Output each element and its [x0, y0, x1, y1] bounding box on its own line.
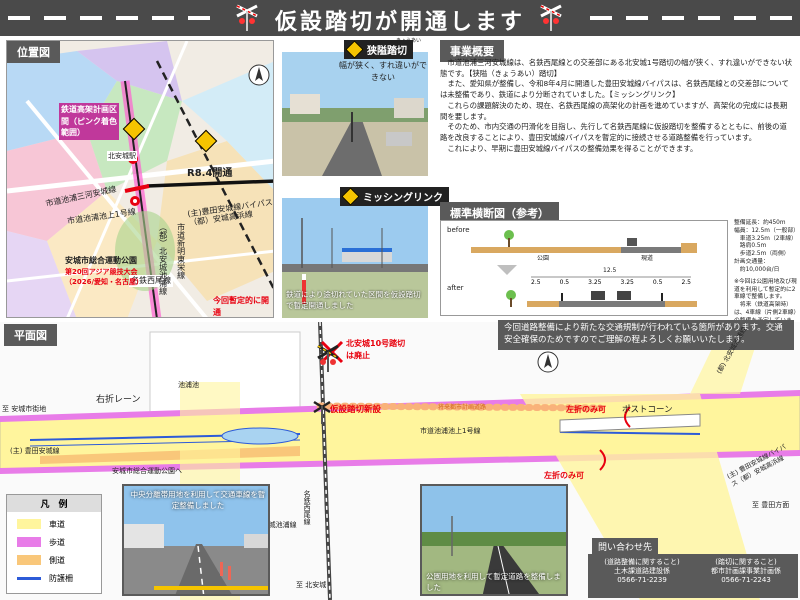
dim-value: 0.5: [652, 279, 663, 286]
park-label: 安城市総合運動公園: [65, 256, 137, 265]
direction-label: 至 豊田方面: [752, 501, 790, 509]
phone-number: 0566-71-2243: [721, 576, 771, 585]
cross-section-drawing: [471, 230, 697, 307]
location-map: 鉄道高架計画区間（ピンク着色範囲） R8.4開通 今回暫定的に開通 市道池浦三河…: [6, 40, 274, 318]
dim-value: 3.25: [620, 279, 634, 286]
rail-plan-label: 鉄道高架計画区間（ピンク着色範囲）: [59, 103, 119, 140]
direction-label: 至 安城市街地: [2, 405, 47, 413]
abolish-label: 北安城10号踏切は廃止: [346, 339, 406, 360]
legend-item: 防護柵: [17, 569, 91, 587]
after-label: after: [447, 284, 464, 292]
legend-swatch: [17, 537, 41, 547]
outline-paragraph: 市道池浦三河安城線は、名鉄西尾線との交差部にある北安城1号踏切の幅が狭く、すれ違…: [440, 58, 792, 78]
dims-row: 2.5 0.5 3.25 3.25 0.5 2.5: [531, 279, 691, 286]
total-width: 12.5: [603, 267, 617, 274]
direction-label: 至 北安城: [296, 581, 327, 589]
location-map-tag: 位置図: [7, 41, 60, 63]
photo-caption: 中央分離帯用地を利用して交通車線を暫定整備しました: [130, 490, 266, 510]
outline-paragraph: そのため、市内交通の円滑化を目指し、先行して名鉄西尾線に仮設踏切を整備するととも…: [440, 122, 787, 143]
missing-link-photo: 鉄道により途切れていた区間を仮設踏切で暫定開通しました: [282, 198, 428, 318]
railroad-crossing-icon: [313, 400, 331, 424]
dim-value: 2.5: [531, 279, 541, 286]
median-road-photo: 中央分離帯用地を利用して交通車線を暫定整備しました: [122, 484, 270, 596]
station-label: 北安城駅: [107, 151, 137, 162]
road-dash: [662, 16, 684, 20]
before-label: before: [447, 226, 470, 234]
left-turn-label: 左折のみ可: [544, 471, 584, 480]
contact-title: 問い合わせ先: [592, 538, 659, 555]
contact-road: (道路整備に関すること) 土木課道路建設係 0566-71-2239: [594, 558, 690, 585]
pond-label: 池浦池: [178, 381, 199, 389]
spec-list: 整備延長：約450m 幅員：12.5m（一般部） 車道3.25m（2車線） 路肩…: [734, 220, 799, 332]
outline-paragraph: これにより、早期に豊田安城線バイパスの整備効果を得ることができます。: [447, 143, 698, 153]
road-label: (主) 豊田安城線: [10, 447, 60, 455]
r84-label: R8.4開通: [187, 168, 233, 179]
narrow-crossing-photo: 幅が狭く、すれ違いができない: [282, 52, 428, 176]
road-dash: [590, 16, 612, 20]
photo-note: 鉄道により途切れていた区間を仮設踏切で暫定開通しました: [286, 290, 421, 310]
asian-games-label: 第20回アジア競技大会（2026/愛知・名古屋）: [65, 268, 144, 287]
road-label: 市道池浦池上1号線: [420, 427, 481, 435]
phone-number: 0566-71-2239: [617, 576, 667, 585]
outline-paragraph: また、愛知県が整備し、令和8年4月に開通した豊田安城線バイパスは、名鉄西尾線との…: [440, 79, 789, 100]
legend-swatch: [17, 576, 41, 580]
railroad-crossing-icon: [540, 4, 562, 31]
plan-tag: 平面図: [4, 324, 57, 346]
road-dash: [770, 16, 792, 20]
post-cone-label: ポストコーン: [622, 405, 673, 415]
ruby-text: きょうあい: [396, 38, 422, 44]
outline-paragraph: これらの課題解決のため、現在、名鉄西尾線の高架化の計画を進めていますが、高架化の…: [440, 100, 788, 121]
route-label: （都）北安城池浦線: [158, 223, 168, 295]
outline-text: 市道池浦三河安城線は、名鉄西尾線との交差部にある北安城1号踏切の幅が狭く、すれ違…: [440, 58, 794, 155]
rail-label: 名鉄西尾線: [303, 490, 312, 525]
traffic-notice: 今回道路整備により新たな交通規制が行われている箇所があります。交通安全確保のため…: [498, 320, 794, 350]
today-open-label: 今回暫定的に開通: [213, 296, 269, 317]
legend-swatch: [17, 555, 41, 565]
park-label: 公園: [537, 255, 550, 262]
warning-icon: [345, 40, 364, 59]
legend-swatch: [17, 519, 41, 529]
warning-icon: [341, 187, 360, 206]
left-turn-label: 左折のみ可: [566, 405, 606, 414]
legend: 凡 例 車道 歩道 側道 防護柵: [6, 494, 102, 594]
legend-item: 車道: [17, 515, 91, 533]
page-title: 仮設踏切が開通します: [274, 10, 525, 35]
park-direction-label: 安城市総合運動公園へ: [112, 467, 182, 475]
header-bar: 仮設踏切が開通します: [0, 0, 800, 36]
railroad-crossing-icon: [317, 344, 339, 372]
future-road-label: 将来都市計画道路: [438, 404, 487, 411]
cross-section-diagram: before after 公園 現道 12.5 2.5 0.5 3.25 3.2…: [440, 220, 728, 316]
photo-caption: 公園用地を利用して暫定道路を整備しました: [426, 572, 561, 592]
road-dash: [698, 16, 720, 20]
new-crossing-label: 仮設踏切新設: [330, 405, 382, 415]
dim-value: 3.25: [588, 279, 602, 286]
route-label: 市道新明東栄線: [176, 223, 186, 279]
legend-title: 凡 例: [7, 495, 101, 512]
missing-link-badge: ミッシングリンク: [340, 187, 449, 206]
legend-item: 歩道: [17, 533, 91, 551]
road-label: 現道: [641, 255, 654, 262]
dim-value: 2.5: [681, 279, 691, 286]
legend-item: 側道: [17, 551, 91, 569]
road-dash: [734, 16, 756, 20]
road-dash: [626, 16, 648, 20]
contact-box: 問い合わせ先 (道路整備に関すること) 土木課道路建設係 0566-71-223…: [588, 538, 798, 598]
contact-crossing: (踏切に関すること) 都市計画課事業計画係 0566-71-2243: [696, 558, 796, 585]
park-road-photo: 公園用地を利用して暫定道路を整備しました: [420, 484, 568, 596]
photo-note: 幅が狭く、すれ違いができない: [339, 61, 427, 82]
missing-link-title: ミッシングリンク: [363, 193, 443, 204]
dim-value: 0.5: [559, 279, 570, 286]
right-lane-label: 右折レーン: [96, 395, 141, 405]
legend-items: 車道 歩道 側道 防護柵: [7, 512, 101, 590]
